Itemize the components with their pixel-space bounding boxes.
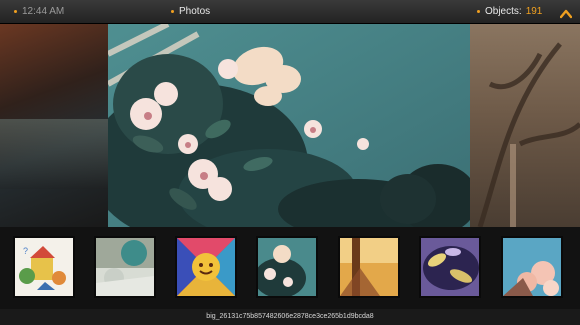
bullet-icon bbox=[14, 9, 17, 13]
bullet-icon bbox=[477, 9, 480, 13]
filename-label: big_26131c75b857482606e2878ce3ce265b1d9b… bbox=[0, 309, 580, 325]
thumb-purple-leaves[interactable] bbox=[419, 236, 481, 298]
objects-label: Objects: bbox=[485, 6, 522, 17]
thumb-cartoon[interactable]: ? bbox=[13, 236, 75, 298]
status-bar: 12:44 AM Photos Objects: 191 bbox=[0, 0, 580, 24]
next-photo-preview[interactable] bbox=[470, 24, 580, 227]
svg-text:?: ? bbox=[23, 246, 28, 256]
objects-counter: Objects: 191 bbox=[477, 0, 542, 24]
objects-count: 191 bbox=[525, 6, 543, 17]
thumb-golden-sunset[interactable] bbox=[338, 236, 400, 298]
clock: 12:44 AM bbox=[14, 0, 64, 24]
thumb-garden[interactable] bbox=[94, 236, 156, 298]
photo-viewer bbox=[0, 24, 580, 227]
previous-photo-preview[interactable] bbox=[0, 24, 108, 227]
thumb-flowers-teal[interactable] bbox=[256, 236, 318, 298]
page-title: Photos bbox=[171, 0, 210, 24]
thumb-sun-mandala[interactable] bbox=[175, 236, 237, 298]
main-photo[interactable] bbox=[108, 24, 470, 227]
bullet-icon bbox=[171, 9, 174, 13]
thumb-pink-blossoms[interactable] bbox=[501, 236, 563, 298]
chevron-up-icon[interactable] bbox=[559, 6, 573, 19]
clock-text: 12:44 AM bbox=[22, 6, 65, 17]
thumbnail-strip: ? bbox=[0, 227, 580, 309]
page-title-text: Photos bbox=[179, 6, 211, 17]
